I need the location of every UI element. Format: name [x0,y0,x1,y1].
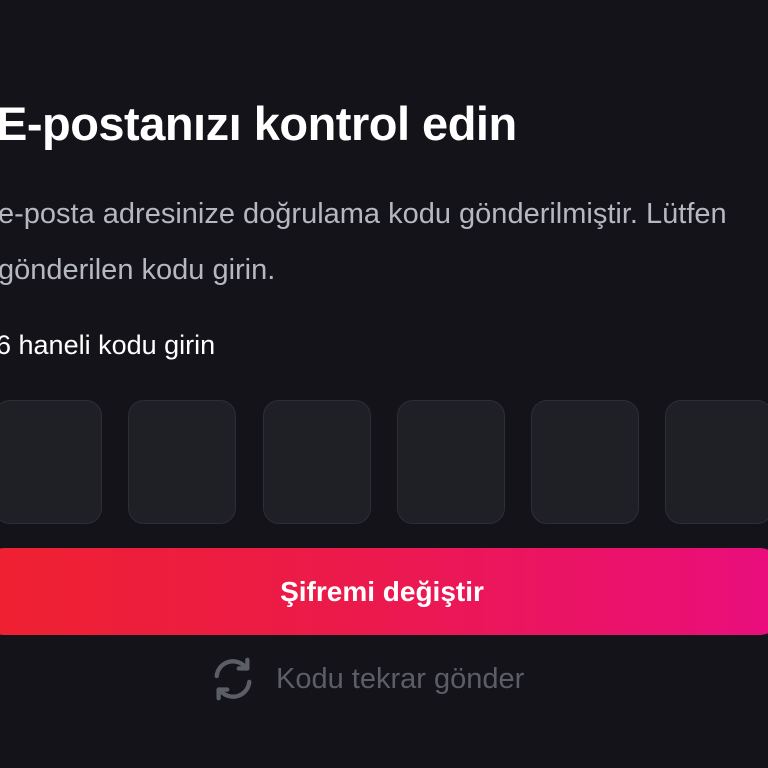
code-digit-1[interactable] [0,400,102,524]
code-digit-4[interactable] [397,400,505,524]
page-title: E-postanızı kontrol edin [0,97,517,150]
code-digit-5[interactable] [531,400,639,524]
code-digit-3[interactable] [263,400,371,524]
verify-email-screen: E-postanızı kontrol edin e-posta adresin… [0,0,768,768]
resend-code-label: Kodu tekrar gönder [276,662,525,695]
resend-code-link[interactable]: Kodu tekrar gönder [210,654,524,704]
code-input-group [0,400,768,526]
change-password-button[interactable]: Şifremi değiştir [0,548,768,635]
refresh-icon [210,656,256,702]
code-digit-6[interactable] [665,400,768,524]
code-input-label: 6 haneli kodu girin [0,330,216,360]
page-description: e-posta adresinize doğrulama kodu gönder… [0,198,727,286]
code-digit-2[interactable] [128,400,236,524]
